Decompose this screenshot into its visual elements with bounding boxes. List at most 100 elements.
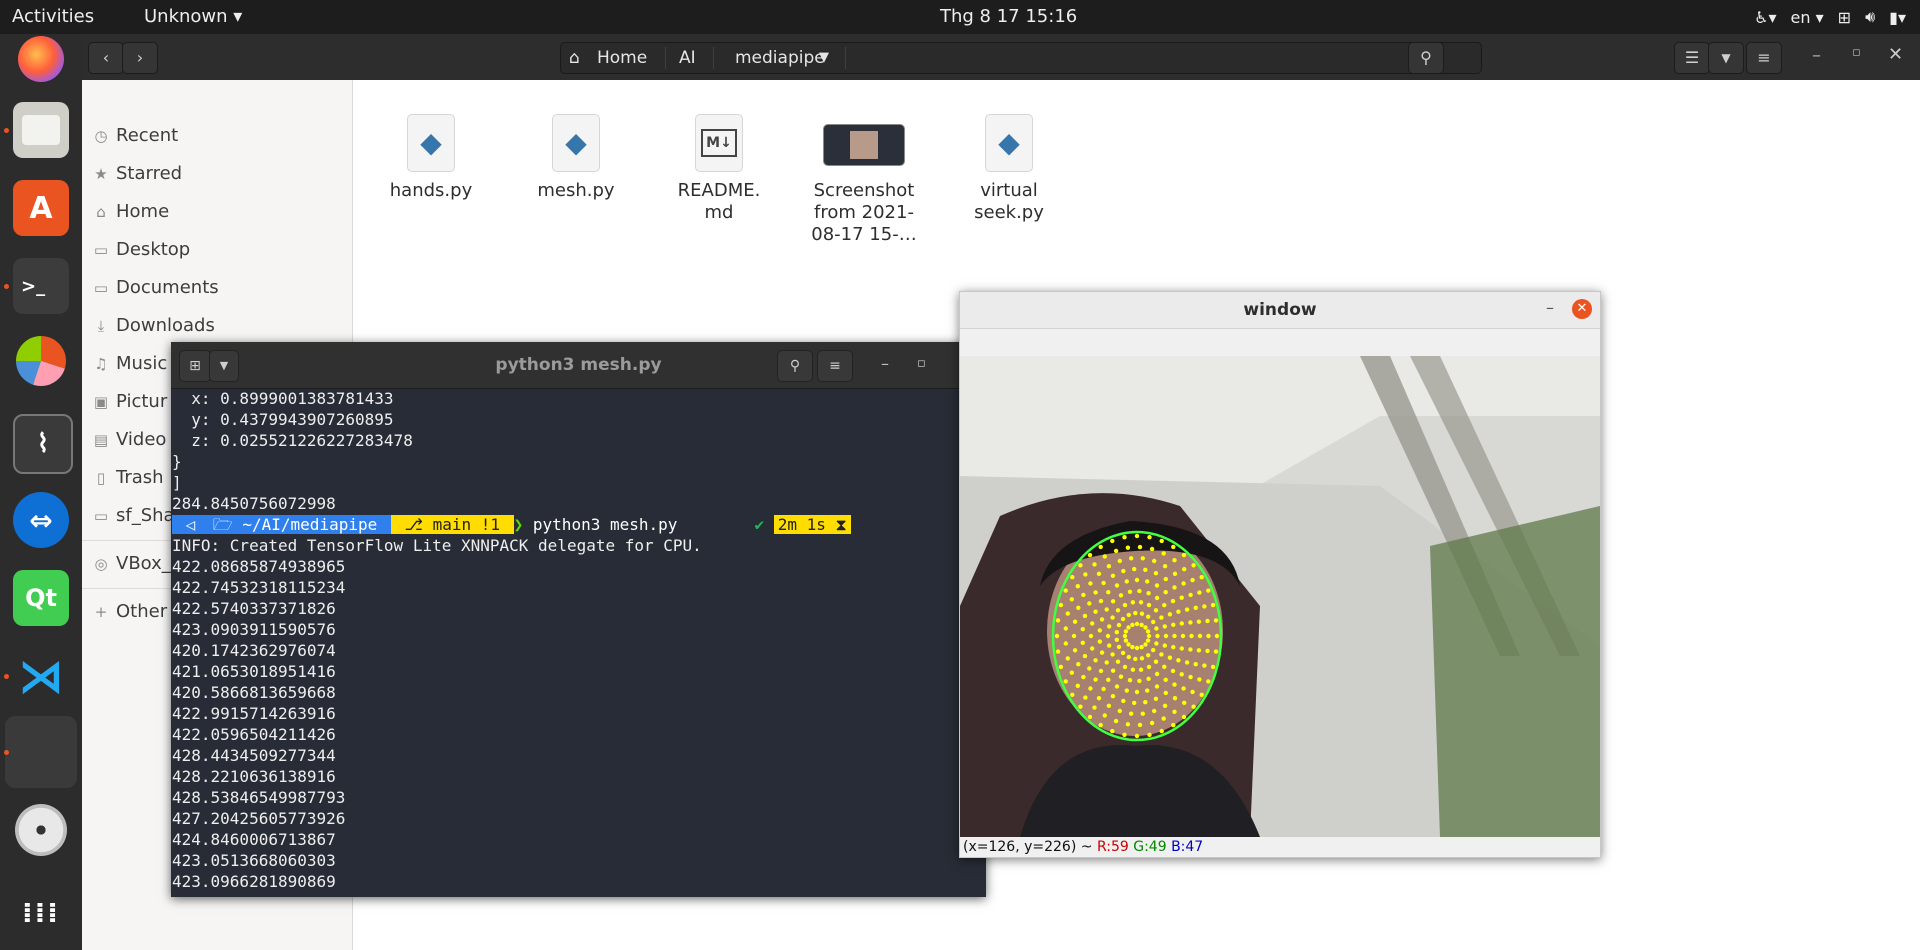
mesh-point (1214, 633, 1220, 639)
new-tab-button[interactable]: ⊞ (179, 350, 211, 382)
tab-menu-button[interactable]: ▼ (209, 350, 239, 382)
mesh-point (1080, 640, 1085, 645)
mesh-point (1124, 579, 1129, 584)
dvd-icon[interactable] (15, 804, 67, 856)
minimize-icon[interactable]: – (881, 354, 889, 373)
hamburger-icon: ≡ (1757, 48, 1771, 67)
terminal-line: 422.08685874938965 (172, 557, 346, 576)
forward-button[interactable]: › (122, 42, 158, 74)
mesh-point (1090, 646, 1095, 651)
mesh-point (1134, 689, 1140, 695)
file-name: README. md (677, 180, 761, 223)
firefox-icon[interactable] (18, 36, 64, 82)
trash-icon: ▯ (96, 469, 106, 487)
minimize-icon[interactable]: – (1546, 298, 1554, 317)
file-item[interactable]: Screenshot from 2021- 08-17 15-… (809, 114, 919, 246)
clock[interactable]: Thg 8 17 15:16 (940, 0, 1077, 34)
accessibility-icon[interactable]: ♿︎▾ (1754, 8, 1776, 27)
terminal-line: 284.8450756072998 (172, 494, 336, 513)
sidebar-item-label: Pictur (116, 391, 168, 412)
mesh-point (1096, 696, 1102, 701)
terminal-icon[interactable]: >_ (13, 258, 69, 314)
close-icon[interactable]: ✕ (1888, 44, 1903, 65)
sidebar-item-recent[interactable]: ◷ Recent (92, 122, 178, 150)
minimize-icon[interactable]: – (1812, 45, 1821, 66)
mesh-point (1087, 666, 1092, 671)
qt-creator-icon[interactable]: Qt (13, 570, 69, 626)
view-toggle-button[interactable]: ☰ (1674, 42, 1710, 74)
sidebar-item-label: Starred (116, 163, 183, 184)
volume-icon[interactable]: 🔊︎ (1865, 7, 1875, 27)
close-icon[interactable]: ✕ (1572, 299, 1592, 319)
maximize-icon[interactable]: ▫ (1852, 45, 1861, 60)
terminal-output[interactable]: x: 0.8999001383781433 y: 0.4379943907260… (172, 388, 986, 897)
chevron-down-icon[interactable]: ▼ (819, 43, 829, 73)
breadcrumb-home[interactable]: Home (597, 43, 647, 73)
breadcrumb-mediapipe[interactable]: mediapipe (735, 43, 825, 73)
mesh-point (1167, 655, 1173, 660)
mesh-point (1137, 588, 1142, 594)
app-menu-label: Unknown (144, 6, 228, 27)
mesh-point (1105, 633, 1111, 639)
breadcrumb-ai[interactable]: AI (679, 43, 696, 73)
sidebar-item-starred[interactable]: ★ Starred (92, 160, 182, 188)
file-item[interactable]: M↓ README. md (664, 114, 774, 224)
language-indicator[interactable]: en ▾ (1791, 8, 1824, 27)
search-button[interactable]: ⚲ (777, 350, 813, 382)
disk-usage-icon[interactable] (16, 336, 66, 386)
mesh-point (1130, 644, 1135, 650)
menu-button[interactable]: ≡ (817, 350, 853, 382)
battery-icon[interactable]: ▮▾ (1889, 8, 1906, 27)
mesh-point (1202, 604, 1207, 609)
sidebar-item-pictures[interactable]: ▣ Pictur (92, 388, 167, 416)
sidebar-item-videos[interactable]: ▤ Video (92, 426, 167, 454)
opencv-window[interactable]: window – ✕ (x=126, y=226) ~ R:59 G:49 B:… (959, 291, 1601, 858)
sidebar-item-documents[interactable]: ▭ Documents (92, 274, 219, 302)
app-menu[interactable]: Unknown ▾ (144, 0, 242, 34)
menu-button[interactable]: ≡ (1746, 42, 1782, 74)
file-item[interactable]: ◆ virtual seek.py (954, 114, 1064, 224)
network-icon[interactable]: ⊞ (1838, 8, 1851, 27)
software-icon[interactable]: A (13, 180, 69, 236)
sidebar-item-desktop[interactable]: ▭ Desktop (92, 236, 190, 264)
mesh-point (1127, 678, 1133, 683)
mesh-point (1143, 700, 1148, 705)
face-mesh-image (960, 356, 1600, 837)
camera-frame[interactable] (960, 356, 1600, 837)
sidebar-item-vbox[interactable]: ◎ VBox_ (92, 550, 170, 578)
teamviewer-icon[interactable]: ⇔ (13, 492, 69, 548)
path-bar[interactable]: ⌂ Home AI mediapipe ▼ (560, 42, 1482, 74)
view-options-button[interactable]: ▼ (1708, 42, 1744, 74)
running-app-icon[interactable] (5, 716, 77, 788)
file-item[interactable]: ◆ mesh.py (521, 114, 631, 202)
search-button[interactable]: ⚲ (1408, 42, 1444, 74)
mesh-point (1193, 662, 1198, 667)
mesh-point (1082, 653, 1088, 659)
mesh-point (1213, 618, 1219, 623)
mesh-point (1170, 668, 1176, 674)
maximize-icon[interactable]: ▫ (917, 356, 926, 371)
terminal-window[interactable]: python3 mesh.py ⊞ ▼ ⚲ ≡ – ▫ x: 0.8999001… (171, 342, 986, 897)
back-button[interactable]: ‹ (88, 42, 124, 74)
system-tray[interactable]: ♿︎▾ en ▾ ⊞ 🔊︎ ▮▾ (1754, 0, 1906, 34)
sidebar-item-downloads[interactable]: ⤓ Downloads (92, 312, 215, 340)
files-icon[interactable] (13, 102, 69, 158)
sidebar-item-trash[interactable]: ▯ Trash (92, 464, 164, 492)
sidebar-item-music[interactable]: ♫ Music (92, 350, 167, 378)
sidebar-item-label: Downloads (116, 315, 215, 336)
mesh-point (1092, 705, 1097, 710)
show-apps-icon[interactable]: ⁞⁞⁞ (13, 884, 69, 940)
home-icon: ⌂ (569, 48, 580, 68)
sidebar-item-other-locations[interactable]: + Other (92, 598, 167, 626)
mesh-point (1171, 722, 1176, 728)
list-view-icon: ☰ (1684, 48, 1700, 67)
sidebar-item-home[interactable]: ⌂ Home (92, 198, 169, 226)
mesh-point (1145, 629, 1151, 634)
mesh-point (1181, 714, 1187, 720)
file-item[interactable]: ◆ hands.py (376, 114, 486, 202)
activities-button[interactable]: Activities (12, 0, 94, 34)
system-monitor-icon[interactable]: ⌇ (13, 414, 73, 474)
mesh-point (1107, 643, 1112, 648)
sidebar-item-shared-folder[interactable]: ▭ sf_Sha (92, 502, 175, 530)
vscode-icon[interactable]: ⋊ (13, 648, 69, 704)
